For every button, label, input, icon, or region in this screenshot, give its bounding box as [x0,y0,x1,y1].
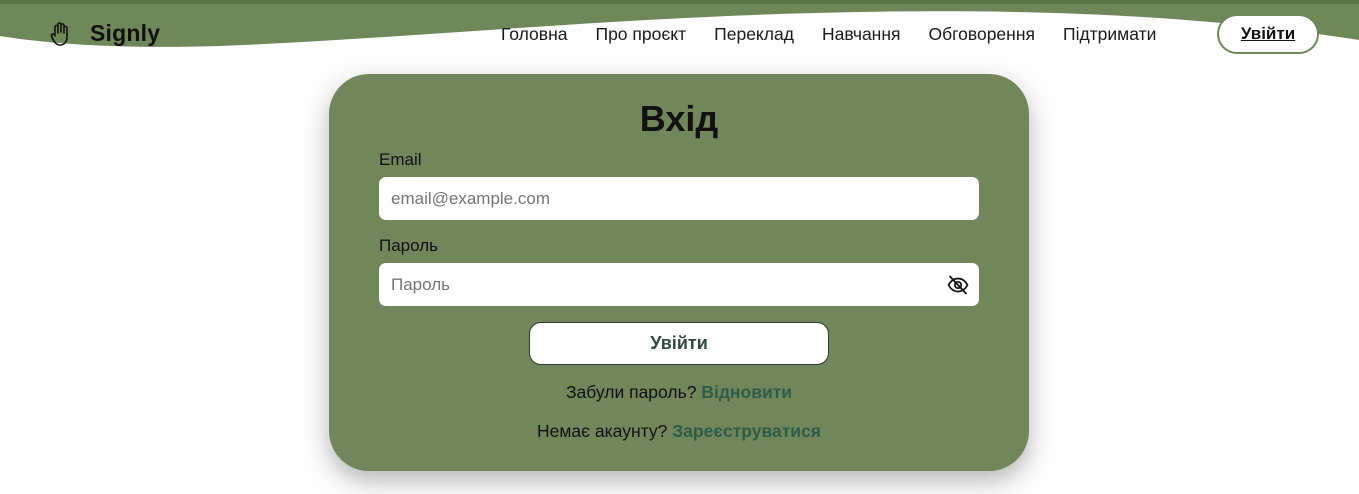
register-link[interactable]: Зареєструватися [672,421,821,441]
logo[interactable]: Signly [50,20,160,47]
forgot-password-row: Забули пароль? Відновити [329,382,1029,403]
password-label: Пароль [379,236,438,255]
main-nav: Головна Про проєкт Переклад Навчання Обг… [501,24,1156,45]
register-row: Немає акаунту? Зареєструватися [329,421,1029,442]
nav-item-home[interactable]: Головна [501,24,568,45]
nav-item-discussion[interactable]: Обговорення [929,24,1035,45]
logo-text: Signly [90,20,161,46]
restore-password-link[interactable]: Відновити [701,382,792,402]
hand-icon [50,21,72,47]
no-account-text: Немає акаунту? [536,421,668,441]
page-title: Вхід [639,98,719,139]
site-header: Signly Головна Про проєкт Переклад Навча… [0,0,1359,68]
login-submit-button[interactable]: Увійти [529,322,829,365]
nav-item-about[interactable]: Про проєкт [596,24,687,45]
eye-slash-icon[interactable] [947,275,969,295]
email-label: Email [379,150,422,169]
header-login-button[interactable]: Увійти [1217,14,1319,54]
email-field[interactable] [379,177,979,220]
nav-item-translate[interactable]: Переклад [714,24,794,45]
nav-item-learning[interactable]: Навчання [822,24,901,45]
forgot-password-text: Забули пароль? [565,382,697,402]
password-field[interactable] [379,263,979,306]
login-card: Вхід Email Пароль Увійти Забули пароль? … [329,74,1029,471]
nav-item-support[interactable]: Підтримати [1063,24,1156,45]
